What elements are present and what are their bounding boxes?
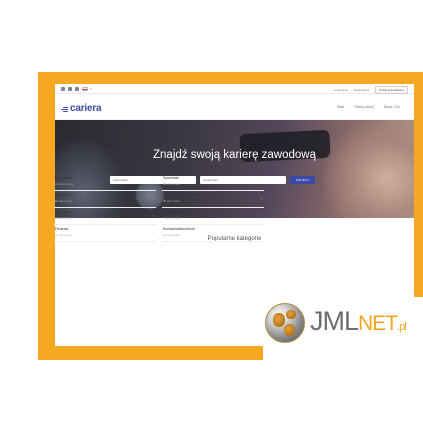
chevron-right-icon: › — [152, 230, 154, 235]
category-item[interactable]: Budownictwo/Archi 24 ofert pracy › — [162, 225, 264, 242]
nav-item-job-offers[interactable]: Oferty pracy — [354, 105, 374, 109]
category-name: Budownictwo/Archi — [163, 227, 196, 231]
category-name: Inżynieria — [55, 210, 72, 214]
globe-logo-icon — [265, 303, 305, 343]
chevron-right-icon: › — [152, 213, 154, 218]
category-item[interactable]: Finanse 21 ofert pracy › — [54, 225, 156, 242]
main-navigation: cariera Start Oferty pracy Baza CVs — [55, 94, 414, 120]
linkedin-icon[interactable] — [68, 87, 72, 91]
nav-item-start[interactable]: Start — [337, 105, 345, 109]
category-item[interactable]: Obsługa klienta 33 ofert pracy › — [162, 208, 264, 225]
chevron-right-icon: › — [260, 196, 262, 201]
language-flag-icon[interactable] — [82, 87, 88, 91]
category-count: 33 ofert pracy — [163, 216, 181, 220]
account-links: Logowanie Rejestracja Strefa pracodawcy — [334, 86, 408, 94]
category-count: 68 ofert pracy — [55, 199, 73, 203]
category-name: Finanse — [55, 227, 69, 231]
chevron-right-icon: › — [152, 179, 154, 184]
logo-text: cariera — [70, 103, 102, 114]
category-count: 119 ofert pracy — [55, 182, 74, 186]
brand-jml: JML — [310, 306, 359, 336]
register-link[interactable]: Rejestracja — [354, 88, 369, 92]
category-item[interactable]: Inżynieria 36 ofert pracy › — [54, 208, 156, 225]
logo-lines-icon — [61, 106, 69, 112]
hand-photo — [324, 120, 414, 218]
category-count: 36 ofert pracy — [55, 216, 73, 220]
category-item[interactable]: Produkcja 68 ofert pracy › — [54, 191, 156, 208]
social-links: ▾ — [61, 87, 92, 91]
page: ▾ Logowanie Rejestracja Strefa pracodawc… — [0, 0, 423, 423]
facebook-icon[interactable] — [61, 87, 65, 91]
chevron-down-icon[interactable]: ▾ — [90, 87, 92, 91]
category-name: Obsługa klienta — [163, 210, 190, 214]
category-name: Sprzedaż — [163, 176, 180, 180]
chevron-right-icon: › — [152, 196, 154, 201]
nav-item-cv-database[interactable]: Baza CVs — [384, 105, 400, 109]
chevron-right-icon: › — [260, 230, 262, 235]
search-button[interactable]: SZUKAJ — [290, 176, 315, 184]
chevron-right-icon: › — [260, 179, 262, 184]
hero-title: Znajdź swoją karierę zawodową — [153, 149, 316, 161]
category-name: Administracja biurowa — [163, 193, 201, 197]
category-name: Pozostałe — [55, 176, 72, 180]
category-count: 21 ofert pracy — [55, 233, 73, 237]
instagram-icon[interactable] — [75, 87, 79, 91]
logo[interactable]: cariera — [61, 103, 102, 114]
brand-net: NET — [358, 312, 398, 335]
category-count: 45 ofert pracy — [163, 199, 181, 203]
nav-links: Start Oferty pracy Baza CVs — [337, 105, 400, 109]
top-bar: ▾ Logowanie Rejestracja Strefa pracodawc… — [55, 84, 414, 94]
login-link[interactable]: Logowanie — [334, 88, 349, 92]
watermark-brand: JMLNET.pl — [310, 306, 407, 337]
employer-zone-button[interactable]: Strefa pracodawcy — [375, 86, 408, 94]
category-count: 35 ofert pracy — [163, 182, 181, 186]
category-item[interactable]: Pozostałe 119 ofert pracy › — [54, 174, 156, 191]
category-item[interactable]: Administracja biurowa 45 ofert pracy › — [162, 191, 264, 208]
category-item[interactable]: Sprzedaż 35 ofert pracy › — [162, 174, 264, 191]
category-name: Produkcja — [55, 193, 72, 197]
category-count: 24 ofert pracy — [163, 233, 181, 237]
chevron-right-icon: › — [260, 213, 262, 218]
brand-pl: .pl — [397, 321, 407, 333]
